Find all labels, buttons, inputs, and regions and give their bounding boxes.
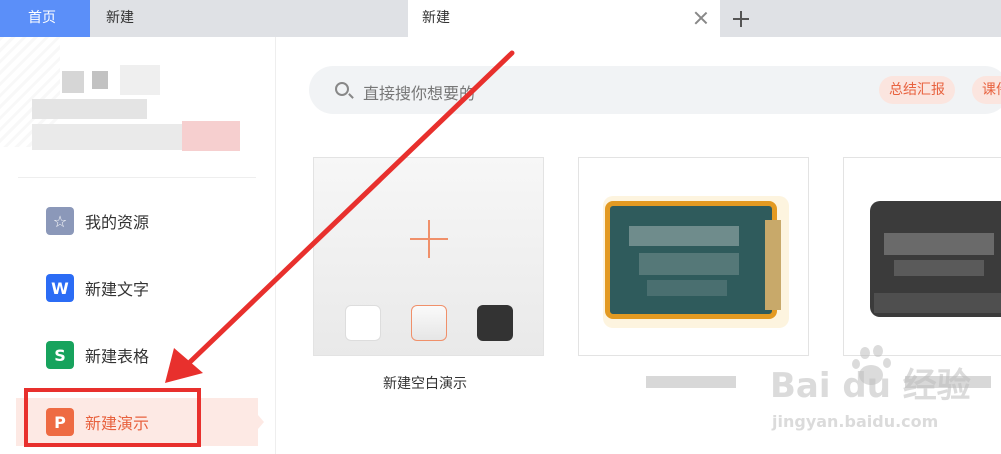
watermark-brand: Bai du 经验 xyxy=(770,366,971,406)
arrow-shaft xyxy=(187,50,515,365)
watermark-url: jingyan.baidu.com xyxy=(771,412,938,431)
app-window: 首页 新建 新建 ☆ 我的资源 W 新建文字 S 新建表格 P 新建演示 直接搜… xyxy=(0,0,1001,454)
baidu-watermark: Bai du 经验 jingyan.baidu.com xyxy=(770,345,971,431)
